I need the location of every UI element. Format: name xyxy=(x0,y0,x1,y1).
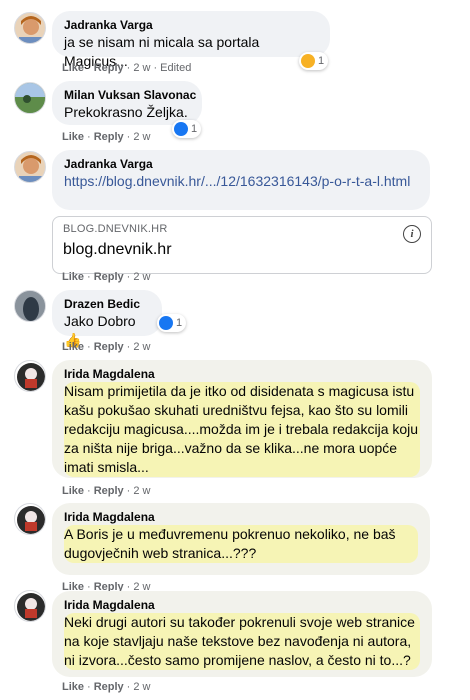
comment-time[interactable]: 2 w xyxy=(133,271,150,283)
comment-author[interactable]: Milan Vuksan Slavonac xyxy=(64,88,196,103)
comment-actions: Like · Reply · 2 w xyxy=(62,485,151,497)
comment-author[interactable]: Irida Magdalena xyxy=(64,598,420,613)
reaction-count-value: 1 xyxy=(191,123,198,135)
comment-bubble: Drazen Bedic Jako Dobro 👍 xyxy=(52,290,162,348)
comment-text: A Boris je u međuvremenu pokrenuo nekoli… xyxy=(64,525,418,563)
reply-link[interactable]: Reply xyxy=(94,681,124,693)
comment-bubble: Jadranka Varga ja se nisam ni micala sa … xyxy=(52,11,330,69)
comment-bubble: Irida Magdalena Nisam primijetila da je … xyxy=(52,360,432,478)
link-preview-title: blog.dnevnik.hr xyxy=(63,241,172,258)
info-icon[interactable]: i xyxy=(403,225,421,243)
comment-author[interactable]: Jadranka Varga xyxy=(64,157,418,172)
comment-actions: Like · Reply · 2 w · Edited xyxy=(62,62,192,74)
comment-author[interactable]: Irida Magdalena xyxy=(64,367,420,382)
comment-time[interactable]: 2 w xyxy=(133,62,150,74)
comment-author[interactable]: Irida Magdalena xyxy=(64,510,418,525)
like-link[interactable]: Like xyxy=(62,341,84,353)
reaction-count[interactable]: 1 xyxy=(157,314,187,332)
link-preview-card[interactable]: BLOG.DNEVNIK.HR blog.dnevnik.hr i xyxy=(52,216,432,274)
comment-time[interactable]: 2 w xyxy=(133,131,150,143)
avatar[interactable] xyxy=(14,12,46,44)
like-link[interactable]: Like xyxy=(62,62,84,74)
like-link[interactable]: Like xyxy=(62,271,84,283)
comment-time[interactable]: 2 w xyxy=(133,341,150,353)
comment-author[interactable]: Jadranka Varga xyxy=(64,18,318,33)
comment-time[interactable]: 2 w xyxy=(133,681,150,693)
like-link[interactable]: Like xyxy=(62,131,84,143)
comment-text-value: Jako Dobro xyxy=(64,313,136,329)
avatar[interactable] xyxy=(14,503,46,535)
reply-link[interactable]: Reply xyxy=(94,341,124,353)
like-icon xyxy=(159,316,173,330)
like-link[interactable]: Like xyxy=(62,485,84,497)
comment-actions: Like · Reply · 2 w xyxy=(62,271,151,283)
comment-text: Neki drugi autori su također pokrenuli s… xyxy=(64,613,420,670)
avatar[interactable] xyxy=(14,82,46,114)
comment-actions: Like · Reply · 2 w xyxy=(62,131,151,143)
edited-label[interactable]: Edited xyxy=(160,62,191,74)
reaction-count-value: 1 xyxy=(318,55,325,67)
avatar[interactable] xyxy=(14,590,46,622)
reaction-count[interactable]: 1 xyxy=(299,52,329,70)
comment-bubble: Jadranka Varga https://blog.dnevnik.hr/.… xyxy=(52,150,430,210)
reply-link[interactable]: Reply xyxy=(94,62,124,74)
haha-icon xyxy=(301,54,315,68)
reaction-count-value: 1 xyxy=(176,317,183,329)
comment-time[interactable]: 2 w xyxy=(133,485,150,497)
comment-bubble: Irida Magdalena Neki drugi autori su tak… xyxy=(52,591,432,677)
comment-bubble: Milan Vuksan Slavonac Prekokrasno Željka… xyxy=(52,81,202,125)
comment-bubble: Irida Magdalena A Boris je u međuvremenu… xyxy=(52,503,430,575)
comment-text: Prekokrasno Željka. xyxy=(64,104,188,120)
comment-text: Nisam primijetila da je itko od disidena… xyxy=(64,382,420,477)
comment-author[interactable]: Drazen Bedic xyxy=(64,297,150,312)
reaction-count[interactable]: 1 xyxy=(172,120,202,138)
reply-link[interactable]: Reply xyxy=(94,271,124,283)
avatar[interactable] xyxy=(14,290,46,322)
avatar[interactable] xyxy=(14,151,46,183)
avatar[interactable] xyxy=(14,360,46,392)
reply-link[interactable]: Reply xyxy=(94,485,124,497)
comment-actions: Like · Reply · 2 w xyxy=(62,681,151,693)
like-link[interactable]: Like xyxy=(62,681,84,693)
reply-link[interactable]: Reply xyxy=(94,131,124,143)
comment-actions: Like · Reply · 2 w xyxy=(62,341,151,353)
comment-link[interactable]: https://blog.dnevnik.hr/.../12/163231614… xyxy=(64,172,418,191)
link-preview-domain: BLOG.DNEVNIK.HR xyxy=(63,223,168,235)
like-icon xyxy=(174,122,188,136)
